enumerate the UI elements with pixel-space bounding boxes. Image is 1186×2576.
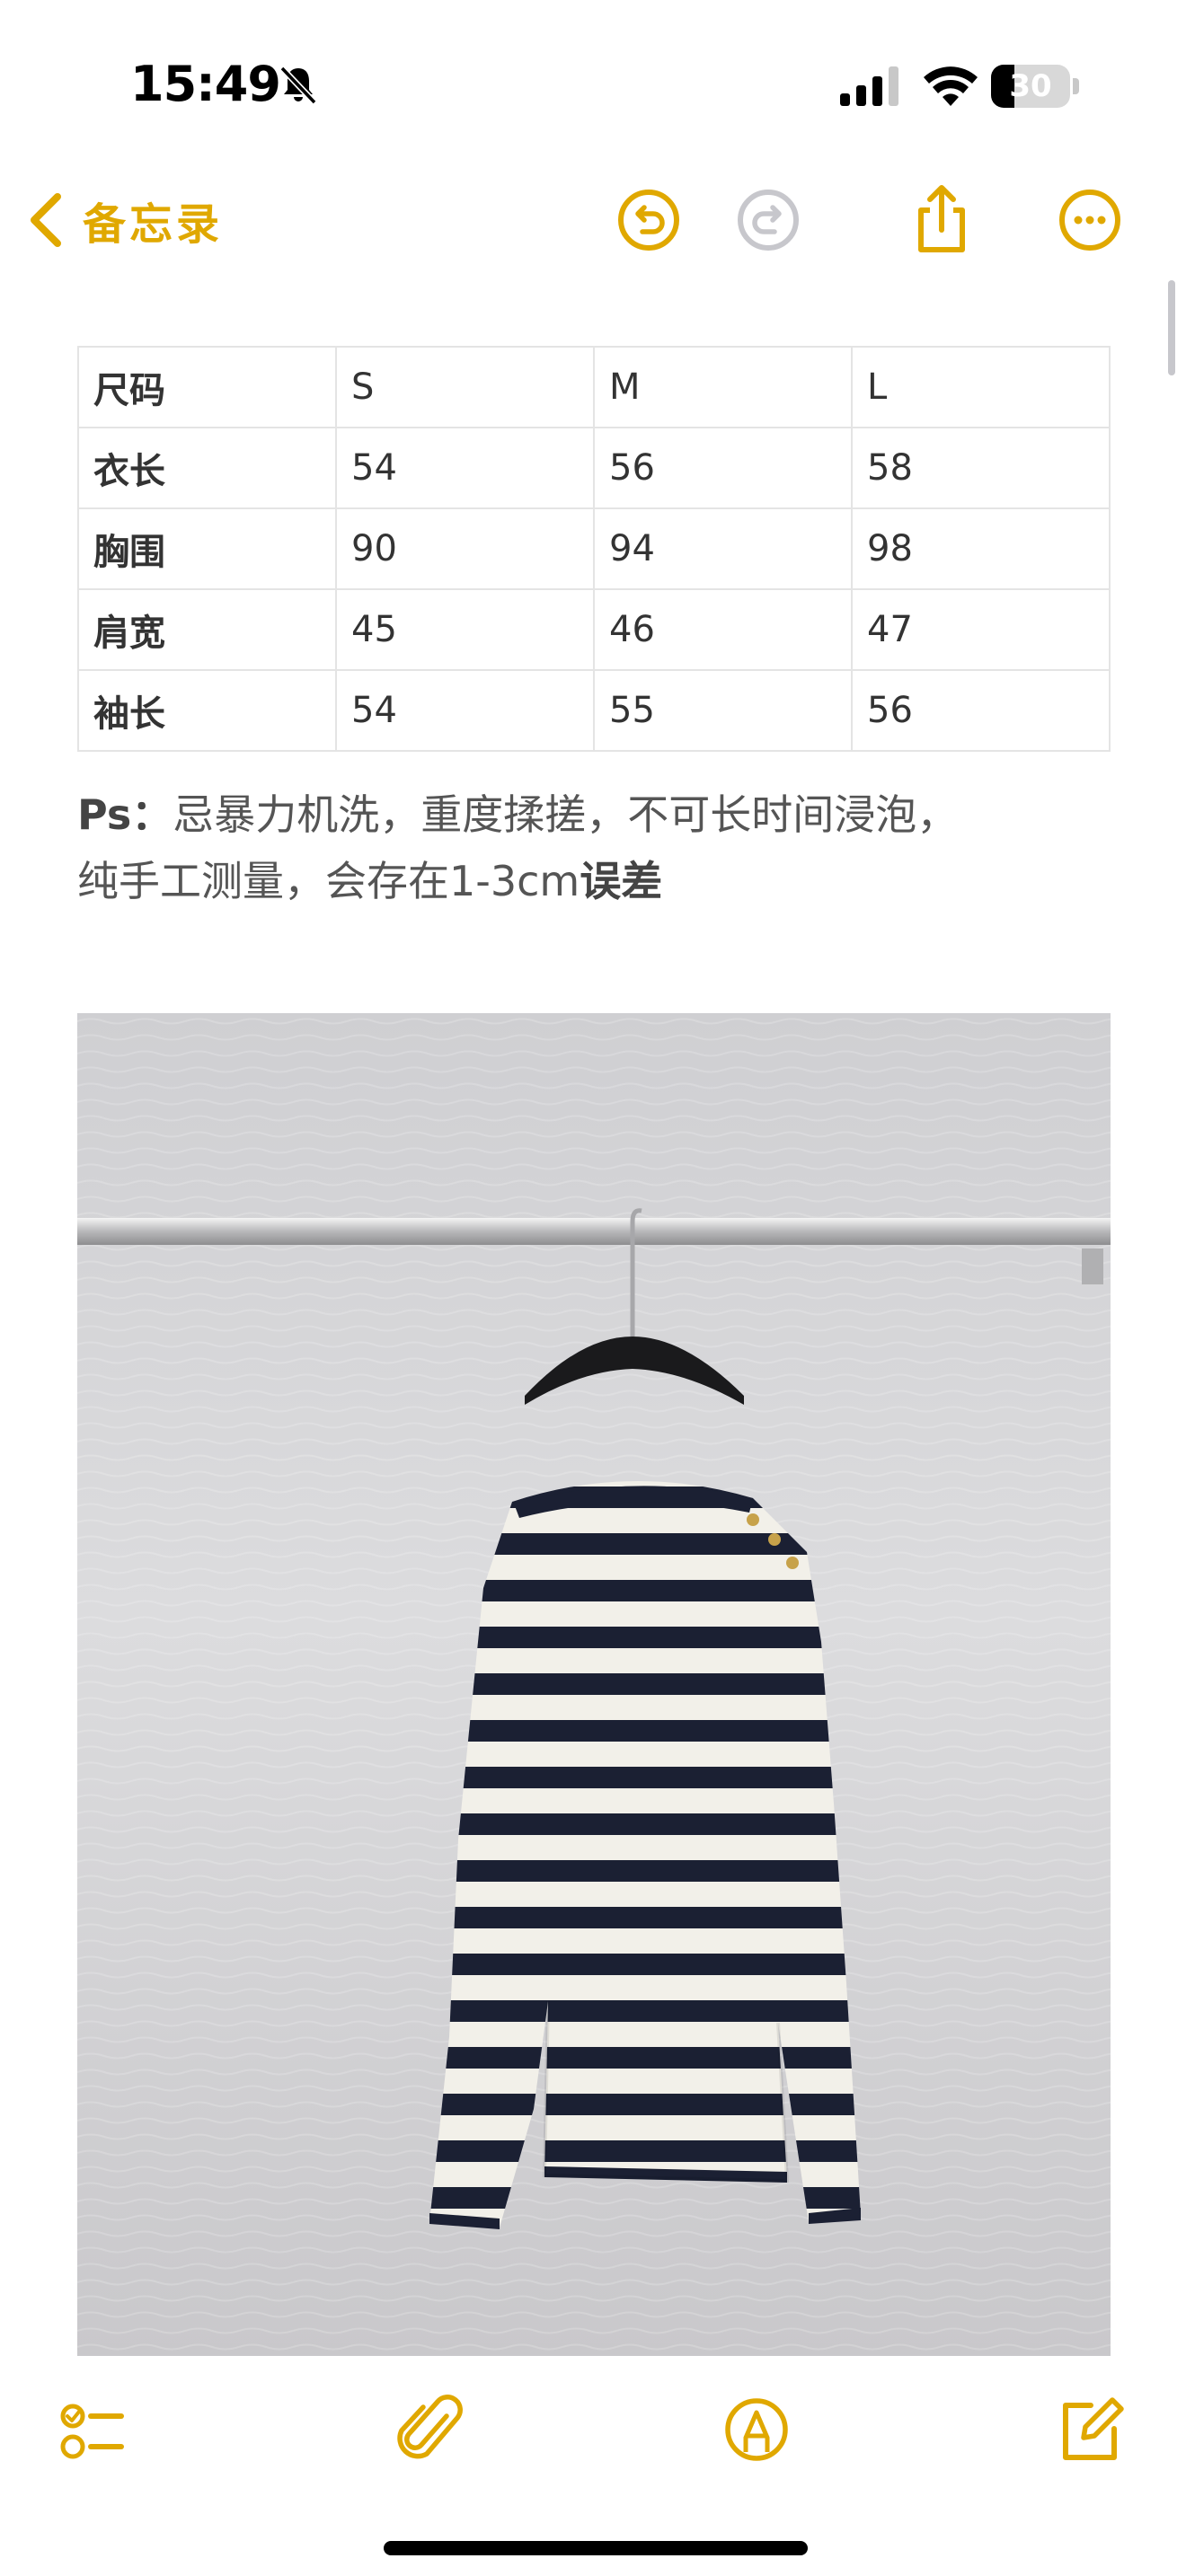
status-time: 15:49 bbox=[130, 56, 281, 112]
undo-icon[interactable] bbox=[608, 180, 689, 260]
table-row: 衣长 54 56 58 bbox=[77, 427, 1111, 509]
bell-slash-icon bbox=[279, 66, 317, 105]
redo-icon[interactable] bbox=[728, 180, 809, 260]
table-cell: 98 bbox=[851, 507, 1111, 590]
table-cell: 胸围 bbox=[77, 507, 337, 590]
table-cell: 衣长 bbox=[77, 427, 337, 509]
compose-icon[interactable] bbox=[1049, 2389, 1130, 2470]
table-row: 胸围 90 94 98 bbox=[77, 507, 1111, 590]
back-label: 备忘录 bbox=[83, 199, 224, 250]
table-cell: 58 bbox=[851, 427, 1111, 509]
status-bar: 15:49 30 bbox=[0, 0, 1186, 171]
bottom-toolbar bbox=[0, 2380, 1186, 2479]
table-row: 尺码 S M L bbox=[77, 346, 1111, 428]
table-cell: 55 bbox=[593, 669, 853, 752]
cellular-signal-icon bbox=[840, 66, 898, 106]
battery-level: 30 bbox=[1009, 68, 1052, 104]
share-icon[interactable] bbox=[901, 180, 982, 260]
back-button[interactable]: 备忘录 bbox=[27, 180, 223, 260]
table-cell: 袖长 bbox=[77, 669, 337, 752]
battery-icon: 30 bbox=[991, 65, 1079, 108]
paperclip-icon[interactable] bbox=[391, 2389, 472, 2470]
markup-icon[interactable] bbox=[716, 2389, 797, 2470]
note-suffix: 误差 bbox=[580, 857, 663, 905]
table-cell: 尺码 bbox=[77, 346, 337, 428]
note-line-2-text: 纯手工测量，会存在1-3cm bbox=[77, 857, 580, 905]
table-row: 肩宽 45 46 47 bbox=[77, 588, 1111, 671]
note-line-1-text: 忌暴力机洗，重度揉搓，不可长时间浸泡， bbox=[173, 790, 959, 839]
table-cell: 94 bbox=[593, 507, 853, 590]
table-cell: 45 bbox=[335, 588, 595, 671]
table-cell: 46 bbox=[593, 588, 853, 671]
table-cell: 90 bbox=[335, 507, 595, 590]
note-line-1: Ps：忌暴力机洗，重度揉搓，不可长时间浸泡， bbox=[77, 781, 1120, 848]
table-cell: 56 bbox=[593, 427, 853, 509]
table-cell: L bbox=[851, 346, 1111, 428]
table-cell: 47 bbox=[851, 588, 1111, 671]
wifi-icon bbox=[924, 66, 978, 106]
table-cell: 肩宽 bbox=[77, 588, 337, 671]
checklist-icon[interactable] bbox=[49, 2389, 130, 2470]
chevron-left-icon bbox=[31, 193, 61, 247]
table-cell: M bbox=[593, 346, 853, 428]
note-prefix: Ps： bbox=[77, 790, 173, 839]
more-icon[interactable] bbox=[1049, 180, 1130, 260]
table-row: 袖长 54 55 56 bbox=[77, 669, 1111, 752]
note-text[interactable]: Ps：忌暴力机洗，重度揉搓，不可长时间浸泡， 纯手工测量，会存在1-3cm误差 bbox=[77, 781, 1120, 914]
note-line-2: 纯手工测量，会存在1-3cm误差 bbox=[77, 848, 1120, 914]
nav-bar: 备忘录 bbox=[0, 171, 1186, 269]
table-cell: 54 bbox=[335, 427, 595, 509]
table-cell: S bbox=[335, 346, 595, 428]
table-cell: 56 bbox=[851, 669, 1111, 752]
home-indicator[interactable] bbox=[384, 2541, 808, 2555]
table-cell: 54 bbox=[335, 669, 595, 752]
striped-sweater-photo[interactable] bbox=[77, 1013, 1111, 2356]
scroll-indicator[interactable] bbox=[1168, 280, 1175, 375]
size-table: 尺码 S M L 衣长 54 56 58 胸围 90 94 98 肩宽 45 4… bbox=[77, 346, 1111, 752]
